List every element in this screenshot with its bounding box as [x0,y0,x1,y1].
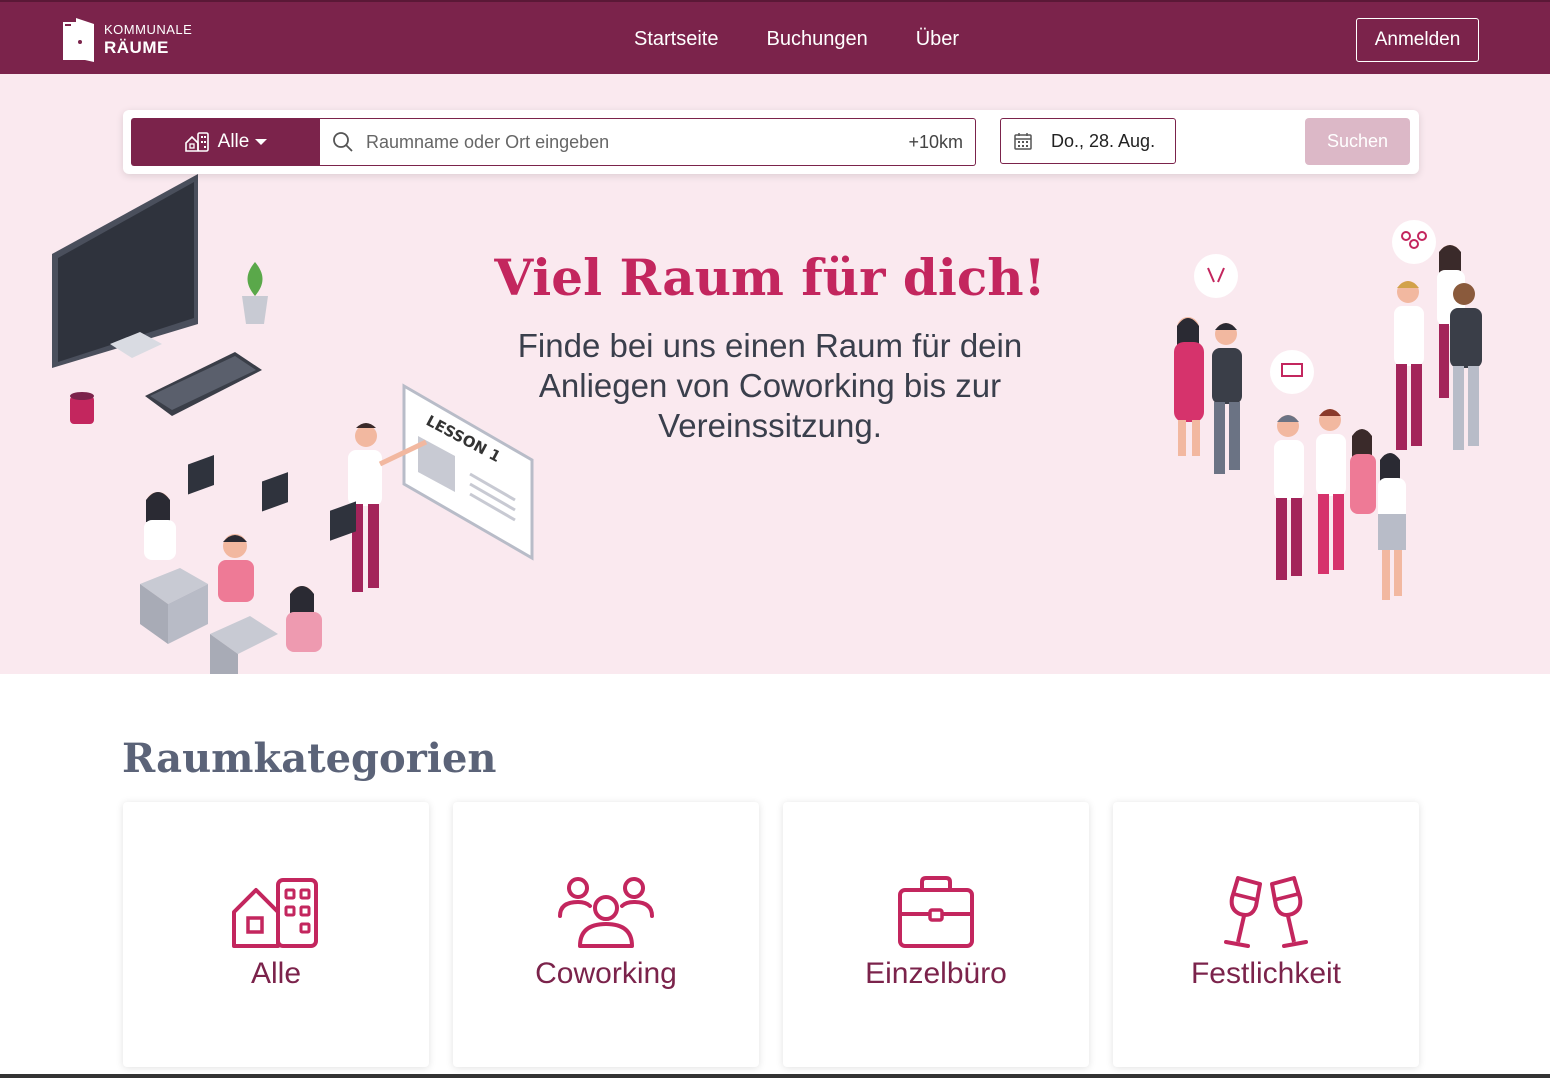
people-group-icon [558,877,654,948]
nav-startseite[interactable]: Startseite [610,2,742,80]
buildings-icon [232,878,318,948]
radius-selector[interactable]: +10km [908,132,963,153]
buildings-icon [184,132,209,152]
hero-subtitle: Finde bei uns einen Raum für dein Anlieg… [517,327,1023,444]
door-logo-icon [63,18,94,62]
logo-big-text: RÄUME [104,37,169,57]
bottom-edge [0,1074,1550,1078]
briefcase-icon [898,876,974,948]
hero-title: Viel Raum für dich! [494,248,1046,307]
champagne-glasses-icon [1224,876,1308,948]
logo-text: KOMMUNALE RÄUME [104,23,192,56]
date-picker[interactable]: Do., 28. Aug. [1000,118,1176,164]
category-card-label: Einzelbüro [865,957,1007,990]
category-card-label: Alle [250,957,302,990]
logo[interactable]: KOMMUNALE RÄUME [62,16,192,62]
nav-buchungen[interactable]: Buchungen [742,2,891,76]
category-cards: Alle Coworking Einzelbüro Festlichkeit [123,802,1443,1067]
category-dropdown-label: Alle [217,131,250,152]
category-dropdown[interactable]: Alle [131,118,320,166]
category-card-coworking[interactable]: Coworking [453,802,759,1067]
search-field: +10km [320,118,976,166]
login-button[interactable]: Anmelden [1356,18,1479,62]
calendar-icon [1014,133,1032,150]
top-navbar: KOMMUNALE RÄUME Startseite Buchungen Übe… [0,0,1550,80]
nav-ueber[interactable]: Über [892,2,983,76]
caret-down-icon [255,139,268,145]
hero-section: LESSON 1 Alle Raumname oder Ort eingeben… [0,74,1550,674]
categories-heading: Raumkategorien [122,735,497,782]
search-button[interactable]: Suchen [1305,118,1410,165]
category-card-label: Festlichkeit [1190,957,1342,990]
category-card-einzelbuero[interactable]: Einzelbüro [783,802,1089,1067]
category-card-festlichkeit[interactable]: Festlichkeit [1113,802,1419,1067]
people-illustration [1174,220,1482,600]
search-input[interactable] [366,131,886,153]
search-bar: Alle +10km Do., 28 [123,110,1419,174]
date-value: Do., 28. Aug. [1051,130,1156,151]
category-card-label: Coworking [535,957,677,990]
main-nav: Startseite Buchungen Über [610,2,983,80]
logo-small-text: KOMMUNALE [104,21,193,37]
search-icon [333,132,353,152]
category-card-alle[interactable]: Alle [123,802,429,1067]
